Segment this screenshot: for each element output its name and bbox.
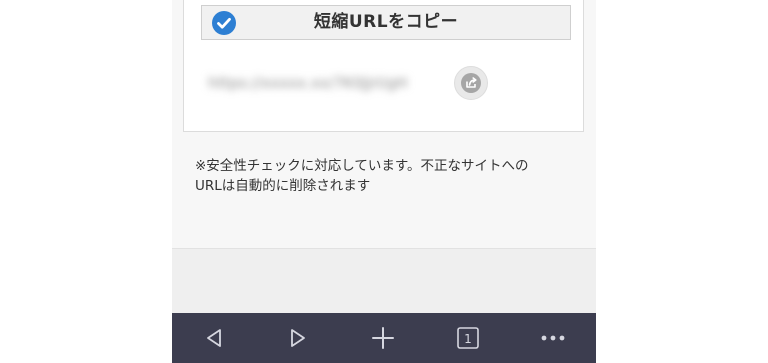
tab-count: 1 bbox=[464, 332, 472, 346]
more-icon bbox=[541, 335, 565, 341]
share-icon bbox=[461, 73, 481, 93]
short-url-text[interactable]: https://xxxxx.xx/7K0Jjrl/gH bbox=[208, 70, 438, 96]
empty-area bbox=[172, 249, 596, 313]
tabs-icon: 1 bbox=[457, 327, 479, 349]
more-button[interactable] bbox=[523, 313, 583, 363]
safety-notice: ※安全性チェックに対応しています。不正なサイトへの URLは自動的に削除されます bbox=[195, 156, 575, 196]
new-tab-button[interactable] bbox=[353, 313, 413, 363]
plus-icon bbox=[372, 327, 394, 349]
notice-line-1: ※安全性チェックに対応しています。不正なサイトへの bbox=[195, 158, 529, 174]
copy-button-label: 短縮URLをコピー bbox=[313, 12, 459, 32]
back-button[interactable] bbox=[184, 313, 244, 363]
short-url-card: 短縮URLをコピー https://xxxxx.xx/7K0Jjrl/gH bbox=[183, 0, 584, 132]
share-button[interactable] bbox=[454, 66, 488, 100]
forward-button[interactable] bbox=[268, 313, 328, 363]
back-icon bbox=[207, 329, 221, 347]
tabs-button[interactable]: 1 bbox=[438, 313, 498, 363]
notice-line-2: URLは自動的に削除されます bbox=[195, 178, 371, 194]
phone-screen: 短縮URLをコピー https://xxxxx.xx/7K0Jjrl/gH ※安… bbox=[172, 0, 596, 363]
copy-short-url-button[interactable]: 短縮URLをコピー bbox=[201, 5, 571, 40]
forward-icon bbox=[291, 329, 305, 347]
browser-toolbar: 1 bbox=[172, 313, 596, 363]
